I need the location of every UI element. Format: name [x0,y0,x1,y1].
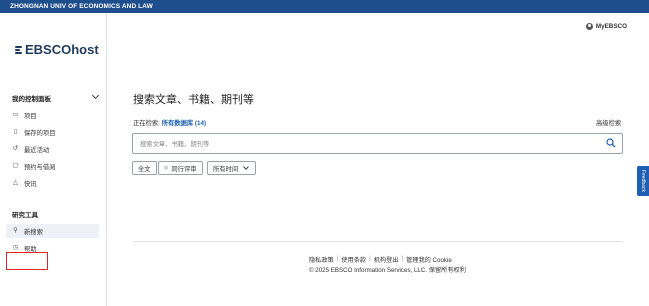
sidebar-item-label: 项目 [24,112,37,120]
sidebar-item-saved[interactable]: ▯ 保存的项目 [6,125,99,139]
page-title: 搜索文章、书籍、期刊等 [133,93,254,106]
help-icon: ◷ [12,243,19,251]
history-icon: ↺ [12,144,19,152]
search-icon[interactable] [606,138,616,148]
fulltext-filter-button[interactable]: 全文 [132,161,157,175]
sidebar-item-label: 快讯 [24,180,37,188]
sidebar-item-label: 最近活动 [24,146,50,154]
sidebar-item-projects[interactable]: ▭ 项目 [6,108,99,122]
feedback-tab[interactable]: Feedback [637,166,649,196]
separator: | [336,255,339,262]
research-tools-heading: 研究工具 [12,212,38,219]
dashboard-heading: 我的控制面板 [12,96,51,103]
myebsco-label: MyEBSCO [595,23,627,30]
footer-links: 隐私政策 | 使用条款 | 机构登出 | 管理我的 Cookie [309,255,452,264]
sidebar-item-label: 预约与借阅 [24,163,56,171]
peer-reviewed-icon: ◎ [164,165,169,171]
sidebar-item-label: 新搜索 [24,228,43,236]
myebsco-link[interactable]: MyEBSCO [585,23,627,30]
institution-banner: ZHONGNAN UNIV OF ECONOMICS AND LAW [0,0,649,13]
sidebar-item-new-search[interactable]: ⚲ 新搜索 [6,224,99,238]
time-filter-label: 所有时间 [213,165,239,173]
peer-reviewed-filter-button[interactable]: ◎ 同行评审 [158,161,203,175]
sidebar-item-recent[interactable]: ↺ 最近活动 [6,142,99,156]
privacy-policy-link[interactable]: 隐私政策 [309,255,334,264]
sidebar-item-label: 保存的项目 [24,129,56,137]
copyright-text: © 2025 EBSCO Information Services, LLC. … [309,267,466,274]
sidebar: EBSCOhost 我的控制面板 ▭ 项目 ▯ 保存的项目 ↺ 最近活动 ▢ 预… [0,13,107,306]
sidebar-item-reservations[interactable]: ▢ 预约与借阅 [6,159,99,173]
searching-label: 正在检索: [133,120,160,127]
user-avatar-icon [585,23,593,30]
sidebar-item-alerts[interactable]: △ 快讯 [6,176,99,190]
manage-cookies-link[interactable]: 管理我的 Cookie [406,255,452,264]
logo-text: EBSCOhost [25,42,99,57]
institution-logout-link[interactable]: 机构登出 [374,255,399,264]
help-highlight-box [6,252,48,270]
chevron-down-icon[interactable] [91,91,100,100]
bell-icon: △ [13,178,18,186]
time-filter-dropdown[interactable]: 所有时间 [207,161,257,175]
ebscohost-logo[interactable]: EBSCOhost [15,42,99,57]
database-selector[interactable]: 正在检索: 所有数据库 (14) [133,118,206,127]
search-input[interactable]: 搜索文章、书籍、期刊等 [132,133,623,154]
footer-divider [133,241,623,242]
separator: | [369,255,371,262]
fulltext-label: 全文 [138,165,151,173]
file-icon: ▭ [12,110,19,118]
search-placeholder: 搜索文章、书籍、期刊等 [140,141,210,148]
peer-reviewed-label: 同行评审 [171,165,197,173]
terms-of-use-link[interactable]: 使用条款 [341,255,366,264]
reserve-icon: ▢ [12,161,19,169]
advanced-search-link[interactable]: 高级检索 [596,118,621,127]
separator: | [401,255,404,262]
ebsco-logo-icon [15,45,23,55]
chevron-down-icon [243,164,250,170]
bookmark-icon: ▯ [13,127,18,135]
database-link[interactable]: 所有数据库 (14) [162,120,206,127]
search-icon: ⚲ [13,226,18,234]
